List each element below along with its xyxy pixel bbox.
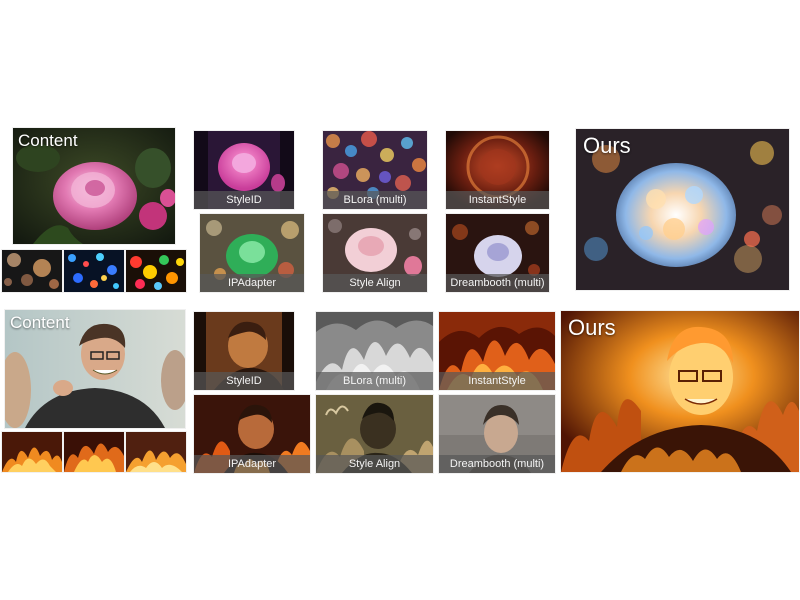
row2-style-ref-1 — [2, 432, 62, 472]
row2-instantstyle-image: InstantStyle — [439, 312, 555, 390]
row2-content-image: Content — [5, 310, 185, 428]
row1-instantstyle-image: InstantStyle — [446, 131, 549, 209]
row1-ours-image: Ours — [576, 129, 789, 290]
row1-ipadapter-image: IPAdapter — [200, 214, 304, 292]
row1-ours-label: Ours — [583, 133, 631, 158]
row2-ipadapter-image: IPAdapter — [194, 395, 310, 473]
row2-stylealign-caption: Style Align — [316, 455, 433, 473]
row1-dreambooth-image: Dreambooth (multi) — [446, 214, 549, 292]
row1-style-ref-3 — [126, 250, 186, 292]
row2-ipadapter-caption: IPAdapter — [194, 455, 310, 473]
row2-instantstyle-caption: InstantStyle — [439, 372, 555, 390]
row2-content-label: Content — [10, 313, 70, 332]
row1-stylealign-image: Style Align — [323, 214, 427, 292]
row2-blora-caption: BLora (multi) — [316, 372, 433, 390]
row2-blora-image: BLora (multi) — [316, 312, 433, 390]
row1-styleid-caption: StyleID — [194, 191, 294, 209]
row2-style-ref-3 — [126, 432, 186, 472]
row2-ours-label: Ours — [568, 315, 616, 340]
row1-blora-image: BLora (multi) — [323, 131, 427, 209]
row1-dreambooth-caption: Dreambooth (multi) — [446, 274, 549, 292]
row2-styleid-image: StyleID — [194, 312, 294, 390]
row1-blora-caption: BLora (multi) — [323, 191, 427, 209]
row1-instantstyle-caption: InstantStyle — [446, 191, 549, 209]
row1-ipadapter-caption: IPAdapter — [200, 274, 304, 292]
row2-stylealign-image: Style Align — [316, 395, 433, 473]
row1-content-label: Content — [18, 131, 78, 150]
row1-style-ref-2 — [64, 250, 124, 292]
row2-dreambooth-caption: Dreambooth (multi) — [439, 455, 555, 473]
row2-ours-image: Ours — [561, 311, 799, 472]
row2-style-ref-2 — [64, 432, 124, 472]
row1-content-image: Content — [13, 128, 175, 244]
row2-styleid-caption: StyleID — [194, 372, 294, 390]
row2-dreambooth-image: Dreambooth (multi) — [439, 395, 555, 473]
row1-stylealign-caption: Style Align — [323, 274, 427, 292]
row1-styleid-image: StyleID — [194, 131, 294, 209]
row1-style-ref-1 — [2, 250, 62, 292]
